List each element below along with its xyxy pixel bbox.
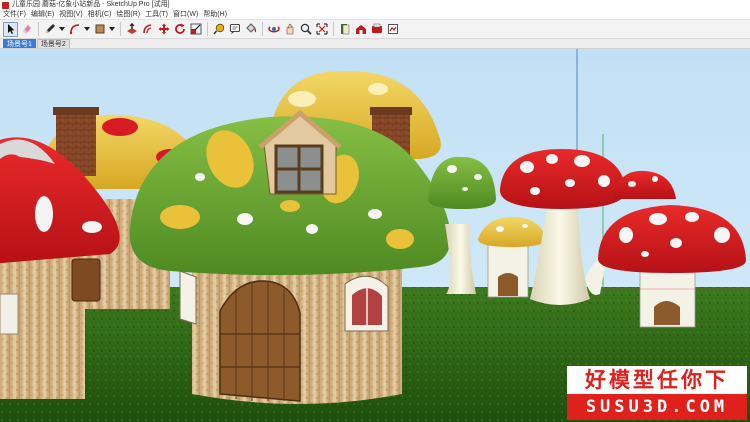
rectangle-icon [95, 24, 104, 34]
arc-tool-dropdown[interactable] [83, 22, 90, 37]
chevron-down-icon [83, 27, 90, 31]
main-toolbar [0, 20, 750, 39]
menu-view[interactable]: 视图(V) [59, 10, 82, 19]
toolbar-separator [207, 22, 208, 36]
toolbar-separator [262, 22, 263, 36]
menu-window[interactable]: 窗口(W) [173, 10, 198, 19]
eraser-tool-button[interactable] [19, 22, 34, 37]
watermark-slogan: 好模型任你下 [567, 366, 747, 394]
menu-bar: 文件(F) 编辑(E) 视图(V) 相机(C) 绘图(R) 工具(T) 窗口(W… [0, 10, 750, 20]
offset-tool-button[interactable] [140, 22, 155, 37]
sketchup-app-icon [2, 1, 9, 9]
zoom-icon [300, 23, 312, 35]
menu-help[interactable]: 帮助(H) [203, 10, 227, 19]
pencil-icon [45, 24, 55, 33]
scene-tabs: 场景号1 场景号2 [0, 39, 750, 49]
rectangle-tool-dropdown[interactable] [108, 22, 115, 37]
push-pull-tool-button[interactable] [124, 22, 139, 37]
zoom-extents-tool-button[interactable] [314, 22, 329, 37]
layout-icon [387, 24, 398, 34]
push-pull-icon [126, 23, 137, 34]
layout-button[interactable] [385, 22, 400, 37]
tape-measure-tool-button[interactable] [211, 22, 226, 37]
menu-draw[interactable]: 绘图(R) [116, 10, 140, 19]
scene-tab-2[interactable]: 场景号2 [36, 39, 70, 48]
menu-tools[interactable]: 工具(T) [145, 10, 168, 19]
paint-bucket-icon [245, 23, 256, 33]
menu-file[interactable]: 文件(F) [3, 10, 26, 19]
pencil-tool-dropdown[interactable] [58, 22, 65, 37]
paint-bucket-tool-button[interactable] [243, 22, 258, 37]
chevron-down-icon [108, 27, 115, 31]
toolbar-separator [333, 22, 334, 36]
scale-tool-button[interactable] [188, 22, 203, 37]
components-button[interactable] [337, 22, 352, 37]
toolbar-separator [38, 22, 39, 36]
arc-tool-button[interactable] [67, 22, 82, 37]
offset-icon [142, 24, 151, 34]
watermark-url: SUSU3D.COM [567, 394, 747, 420]
text-tool-button[interactable] [227, 22, 242, 37]
rectangle-tool-button[interactable] [92, 22, 107, 37]
arc-icon [69, 24, 79, 35]
pan-icon [286, 23, 293, 35]
chevron-down-icon [58, 27, 65, 31]
menu-camera[interactable]: 相机(C) [88, 10, 112, 19]
scale-icon [190, 23, 201, 35]
components-icon [340, 24, 349, 35]
move-icon [158, 23, 169, 35]
rotate-icon [174, 23, 185, 34]
pan-tool-button[interactable] [282, 22, 297, 37]
warehouse-button[interactable] [353, 22, 368, 37]
orbit-icon [267, 26, 280, 33]
rotate-tool-button[interactable] [172, 22, 187, 37]
eraser-icon [22, 25, 31, 34]
pencil-tool-button[interactable] [42, 22, 57, 37]
zoom-extents-icon [315, 23, 328, 35]
select-arrow-icon [7, 24, 14, 34]
susu3d-watermark: 好模型任你下 SUSU3D.COM [567, 366, 747, 422]
move-tool-button[interactable] [156, 22, 171, 37]
orbit-tool-button[interactable] [266, 22, 281, 37]
extension-button[interactable] [369, 22, 384, 37]
menu-edit[interactable]: 编辑(E) [31, 10, 54, 19]
select-tool-button[interactable] [3, 21, 18, 37]
tape-measure-icon [212, 23, 224, 35]
zoom-tool-button[interactable] [298, 22, 313, 37]
extension-icon [371, 23, 382, 33]
toolbar-separator [120, 22, 121, 36]
title-bar: 儿童乐园 蘑菇-亿象小站新品 - SketchUp Pro [试用] [0, 0, 750, 10]
scene-tab-1[interactable]: 场景号1 [3, 39, 36, 48]
warehouse-icon [355, 25, 366, 34]
window-title: 儿童乐园 蘑菇-亿象小站新品 - SketchUp Pro [试用] [12, 1, 170, 8]
text-icon [229, 24, 240, 35]
